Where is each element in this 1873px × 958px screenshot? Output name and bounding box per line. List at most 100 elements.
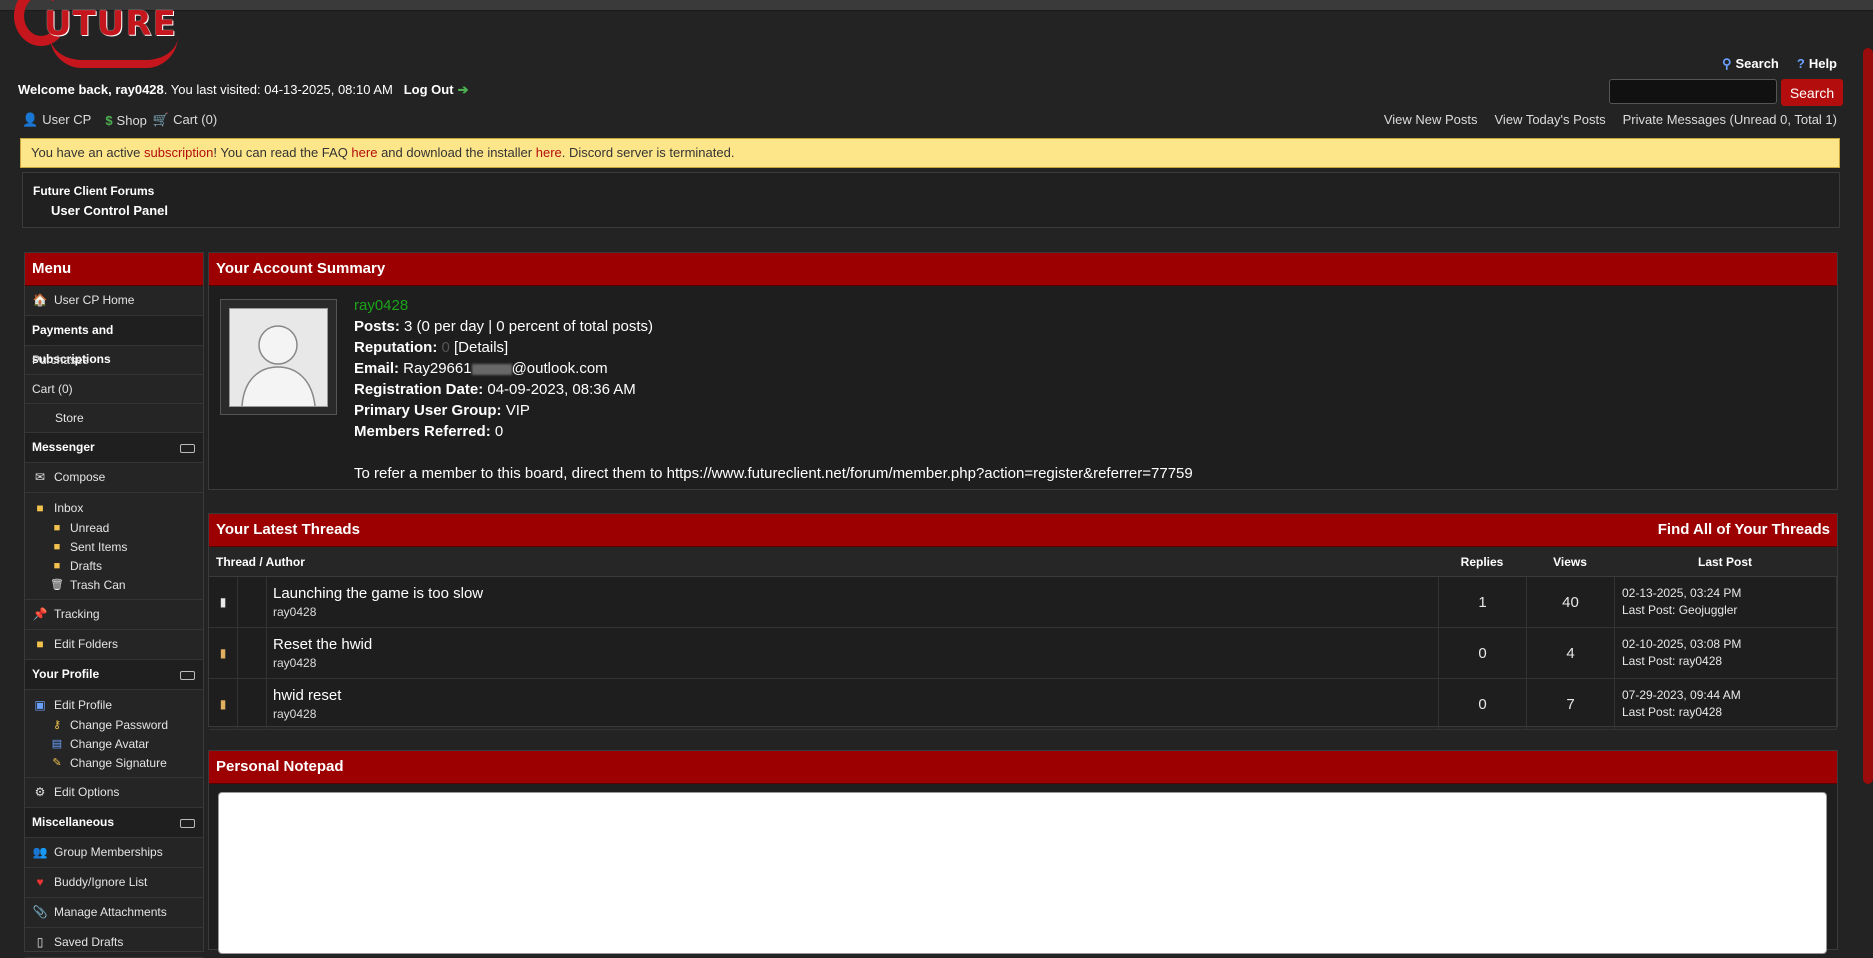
thread-last-post: 02-10-2025, 03:08 PM Last Post: ray0428 (1614, 627, 1837, 679)
thread-prefix-cell (237, 627, 267, 679)
page-scrollbar[interactable] (1863, 48, 1873, 784)
collapse-toggle-icon[interactable] (180, 671, 195, 680)
sidebar-item-saved-drafts[interactable]: ▯ Saved Drafts (25, 928, 203, 958)
thread-title-link[interactable]: Launching the game is too slow (273, 585, 1437, 602)
sidebar-label: Tracking (54, 607, 100, 621)
sidebar-item-edit-folders[interactable]: ■ Edit Folders (25, 630, 203, 660)
sidebar-item-edit-options[interactable]: ⚙ Edit Options (25, 778, 203, 808)
threads-header-row: Thread / Author Replies Views Last Post (209, 547, 1837, 577)
last-post-date[interactable]: 07-29-2023, 09:44 AM (1622, 687, 1835, 704)
sidebar-item-group-memberships[interactable]: 👥 Group Memberships (25, 838, 203, 868)
table-row[interactable]: ▮ Launching the game is too slow ray0428… (209, 576, 1837, 628)
view-todays-posts-link[interactable]: View Today's Posts (1495, 112, 1606, 127)
table-row[interactable]: ▮ Reset the hwid ray0428 0 4 02-10-2025,… (209, 627, 1837, 679)
user-icon: 👤 (22, 112, 39, 127)
search-input[interactable] (1609, 79, 1777, 104)
col-thread-author[interactable]: Thread / Author (209, 547, 1439, 577)
last-post-by[interactable]: Last Post: ray0428 (1622, 653, 1835, 670)
section-label: Miscellaneous (32, 815, 115, 829)
search-link[interactable]: ⚲ Search (1722, 56, 1779, 72)
folder-icon: ■ (53, 522, 61, 534)
search-link-label: Search (1735, 56, 1779, 71)
sidebar-item-attachments[interactable]: 📎 Manage Attachments (25, 898, 203, 928)
collapse-toggle-icon[interactable] (180, 444, 195, 453)
sidebar-item-purchases[interactable]: Purchases (25, 346, 203, 375)
collapse-toggle-icon[interactable] (180, 819, 195, 828)
magnifier-icon: ⚲ (1721, 56, 1732, 71)
sidebar-item-inbox[interactable]: ■ Inbox (25, 497, 203, 519)
welcome-line: Welcome back, ray0428. You last visited:… (18, 82, 468, 98)
view-new-posts-link[interactable]: View New Posts (1384, 112, 1478, 127)
sidebar-item-change-avatar[interactable]: ▤ Change Avatar (25, 735, 203, 754)
summary-username[interactable]: ray0428 (354, 295, 1193, 316)
sidebar-item-drafts[interactable]: ■ Drafts (25, 557, 203, 576)
thread-replies[interactable]: 0 (1438, 678, 1527, 730)
cart-link[interactable]: 🛒 Cart (0) (153, 112, 217, 128)
envelope-icon: ✉ (34, 470, 46, 484)
thread-title-link[interactable]: Reset the hwid (273, 636, 1437, 653)
avatar[interactable] (220, 299, 337, 415)
logo-swoosh (50, 36, 178, 68)
notepad-textarea[interactable] (218, 792, 1827, 954)
sidebar-label: Edit Profile (54, 698, 113, 712)
sidebar-label: Change Password (70, 718, 169, 732)
key-icon: ⚷ (52, 719, 62, 731)
sidebar-item-compose[interactable]: ✉ Compose (25, 463, 203, 493)
table-row[interactable]: ▮ hwid reset ray0428 0 7 07-29-2023, 09:… (209, 678, 1837, 730)
breadcrumb-forum-link[interactable]: Future Client Forums (33, 184, 154, 198)
last-post-date[interactable]: 02-10-2025, 03:08 PM (1622, 636, 1835, 653)
thread-last-post: 07-29-2023, 09:44 AM Last Post: ray0428 (1614, 678, 1837, 730)
faq-link[interactable]: here (351, 145, 377, 160)
last-post-date[interactable]: 02-13-2025, 03:24 PM (1622, 585, 1835, 602)
document-icon: ▯ (36, 935, 44, 949)
future-logo[interactable]: UTURE (10, 0, 178, 68)
sidebar-item-sent[interactable]: ■ Sent Items (25, 538, 203, 557)
sidebar-item-unread[interactable]: ■ Unread (25, 519, 203, 538)
sidebar-item-change-signature[interactable]: ✎ Change Signature (25, 754, 203, 773)
thread-author-link[interactable]: ray0428 (273, 707, 1437, 721)
installer-link[interactable]: here (536, 145, 562, 160)
thread-author-link[interactable]: ray0428 (273, 605, 1437, 619)
logout-link[interactable]: Log Out (404, 82, 454, 97)
col-last-post[interactable]: Last Post (1614, 547, 1837, 577)
usergroup-value: VIP (501, 402, 530, 419)
thread-prefix-cell (237, 576, 267, 628)
welcome-username[interactable]: ray0428 (115, 82, 163, 97)
sidebar-item-edit-profile[interactable]: ▣ Edit Profile (25, 694, 203, 716)
private-messages-link[interactable]: Private Messages (Unread 0, Total 1) (1623, 112, 1837, 127)
col-views[interactable]: Views (1526, 547, 1615, 577)
user-cp-link[interactable]: 👤 User CP (22, 112, 91, 128)
registration-label: Registration Date: (354, 381, 484, 398)
sidebar-item-usercp-home[interactable]: 🏠 User CP Home (25, 286, 203, 316)
referral-text: To refer a member to this board, direct … (354, 465, 1193, 482)
thread-title-link[interactable]: hwid reset (273, 687, 1437, 704)
find-all-threads-link[interactable]: Find All of Your Threads (1658, 514, 1830, 546)
latest-threads-panel: Your Latest Threads Find All of Your Thr… (208, 513, 1838, 730)
thread-replies[interactable]: 0 (1438, 627, 1527, 679)
thread-author-link[interactable]: ray0428 (273, 656, 1437, 670)
pin-icon: 📌 (32, 607, 48, 621)
sidebar-item-store[interactable]: Store (25, 404, 203, 433)
sidebar-label: Edit Folders (54, 637, 119, 651)
thread-replies[interactable]: 1 (1438, 576, 1527, 628)
sidebar-item-tracking[interactable]: 📌 Tracking (25, 600, 203, 630)
reputation-details-link[interactable]: [Details] (450, 339, 508, 356)
search-button[interactable]: Search (1781, 79, 1843, 106)
sidebar-label: Drafts (70, 559, 103, 573)
sidebar-item-buddy-list[interactable]: ♥ Buddy/Ignore List (25, 868, 203, 898)
help-link[interactable]: ? Help (1797, 56, 1837, 72)
heart-icon: ♥ (36, 875, 44, 889)
last-post-by[interactable]: Last Post: Geojuggler (1622, 602, 1835, 619)
col-replies[interactable]: Replies (1438, 547, 1527, 577)
subscription-link[interactable]: subscription (144, 145, 213, 160)
thread-cell: Reset the hwid ray0428 (266, 627, 1439, 679)
shop-link[interactable]: $ Shop (105, 113, 147, 128)
sidebar-item-cart[interactable]: Cart (0) (25, 375, 203, 404)
personal-notepad-panel: Personal Notepad (208, 750, 1838, 954)
sidebar-item-change-password[interactable]: ⚷ Change Password (25, 716, 203, 735)
thread-status-icon: ▮ (209, 678, 238, 730)
last-post-by[interactable]: Last Post: ray0428 (1622, 704, 1835, 721)
sidebar-item-trash[interactable]: 🗑 Trash Can (25, 576, 203, 595)
email-end: @outlook.com (511, 360, 608, 377)
nav-left: 👤 User CP $ Shop 🛒 Cart (0) (22, 112, 217, 128)
